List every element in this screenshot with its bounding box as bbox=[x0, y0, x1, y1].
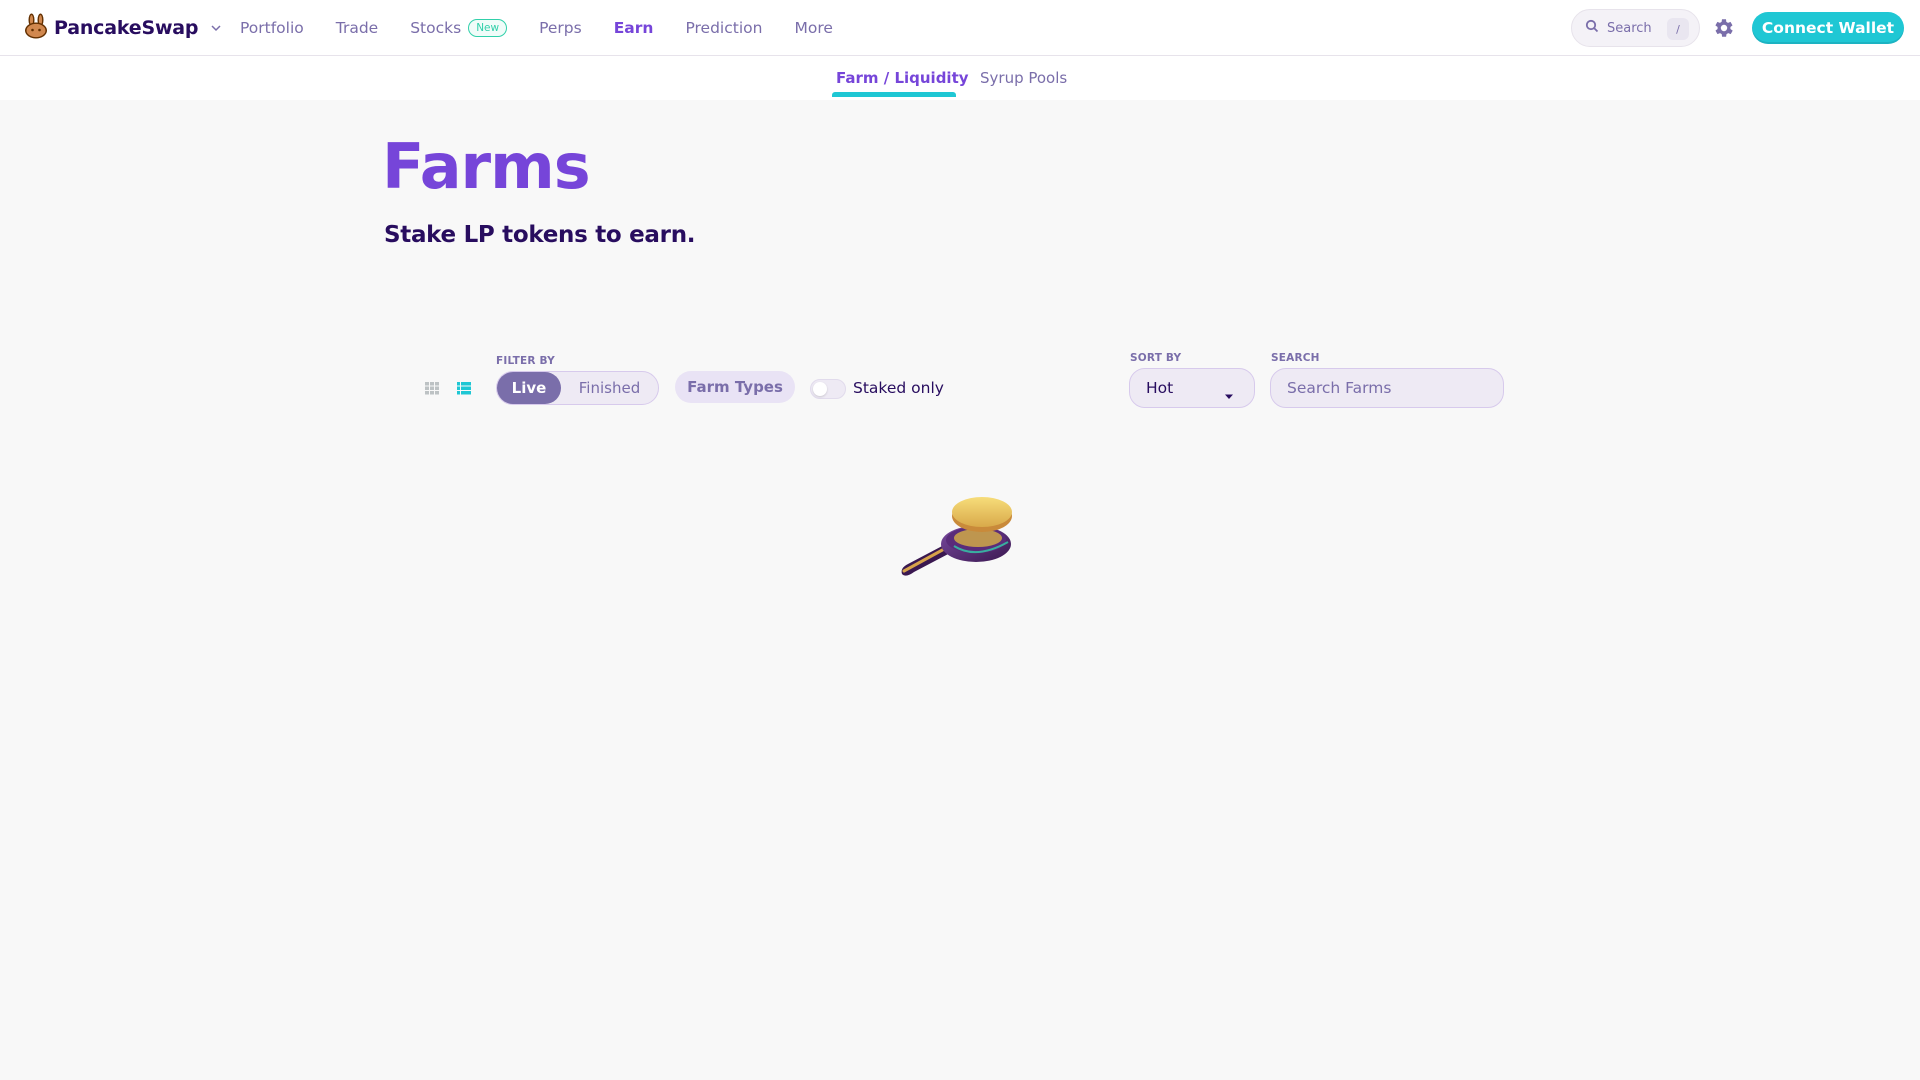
staked-only-toggle[interactable] bbox=[810, 379, 846, 399]
search-farms-input[interactable] bbox=[1270, 368, 1504, 408]
page-subtitle: Stake LP tokens to earn. bbox=[384, 222, 696, 248]
nav-more-label: More bbox=[794, 19, 833, 37]
chevron-down-icon[interactable] bbox=[210, 19, 222, 38]
toggle-knob bbox=[813, 382, 827, 396]
earn-subnav: Farm / Liquidity Syrup Pools bbox=[0, 56, 1920, 100]
nav-more[interactable]: More bbox=[794, 19, 832, 37]
grid-view-icon[interactable] bbox=[424, 380, 440, 396]
farm-types-button[interactable]: Farm Types bbox=[675, 371, 795, 403]
bunny-logo-icon bbox=[24, 13, 48, 43]
nav-perps[interactable]: Perps bbox=[539, 19, 582, 37]
gear-icon[interactable] bbox=[1711, 16, 1735, 40]
connect-wallet-button[interactable]: Connect Wallet bbox=[1752, 12, 1904, 44]
nav-trade-label: Trade bbox=[335, 19, 379, 37]
sort-value: Hot bbox=[1146, 379, 1174, 397]
new-badge: New bbox=[468, 19, 508, 37]
staked-only-label: Staked only bbox=[853, 379, 944, 397]
nav-perps-label: Perps bbox=[539, 19, 582, 37]
nav-earn-label: Earn bbox=[613, 19, 654, 37]
main-nav: Portfolio Trade Stocks New Perps Earn Pr… bbox=[240, 0, 865, 56]
nav-prediction-label: Prediction bbox=[685, 19, 763, 37]
filter-finished-button[interactable]: Finished bbox=[561, 372, 658, 404]
brand-logo[interactable]: PancakeSwap bbox=[24, 13, 222, 43]
tab-syrup-pools[interactable]: Syrup Pools bbox=[980, 56, 1067, 100]
brand-name: PancakeSwap bbox=[54, 17, 199, 39]
sort-select[interactable]: Hot bbox=[1129, 368, 1255, 408]
nav-stocks[interactable]: Stocks New bbox=[410, 19, 508, 37]
caret-down-icon bbox=[1224, 386, 1234, 404]
active-tab-indicator bbox=[832, 92, 956, 97]
search-label: SEARCH bbox=[1271, 352, 1320, 364]
nav-portfolio[interactable]: Portfolio bbox=[240, 19, 304, 37]
nav-earn[interactable]: Earn bbox=[614, 19, 654, 37]
page-title: Farms bbox=[382, 130, 591, 203]
global-search-label: Search bbox=[1607, 20, 1652, 36]
search-shortcut: / bbox=[1667, 18, 1689, 40]
global-search[interactable]: Search / bbox=[1571, 9, 1700, 47]
nav-trade[interactable]: Trade bbox=[336, 19, 378, 37]
nav-portfolio-label: Portfolio bbox=[240, 19, 304, 37]
search-icon bbox=[1585, 19, 1599, 37]
list-view-icon[interactable] bbox=[456, 380, 472, 396]
filter-live-button[interactable]: Live bbox=[497, 372, 561, 404]
nav-prediction[interactable]: Prediction bbox=[685, 19, 762, 37]
top-navbar: PancakeSwap Portfolio Trade Stocks New P… bbox=[0, 0, 1920, 56]
filter-by-label: FILTER BY bbox=[496, 355, 555, 367]
live-finished-toggle: Live Finished bbox=[496, 371, 659, 405]
frying-pan-loader-icon bbox=[898, 480, 1018, 584]
nav-stocks-label: Stocks bbox=[410, 19, 462, 37]
sort-by-label: SORT BY bbox=[1130, 352, 1182, 364]
